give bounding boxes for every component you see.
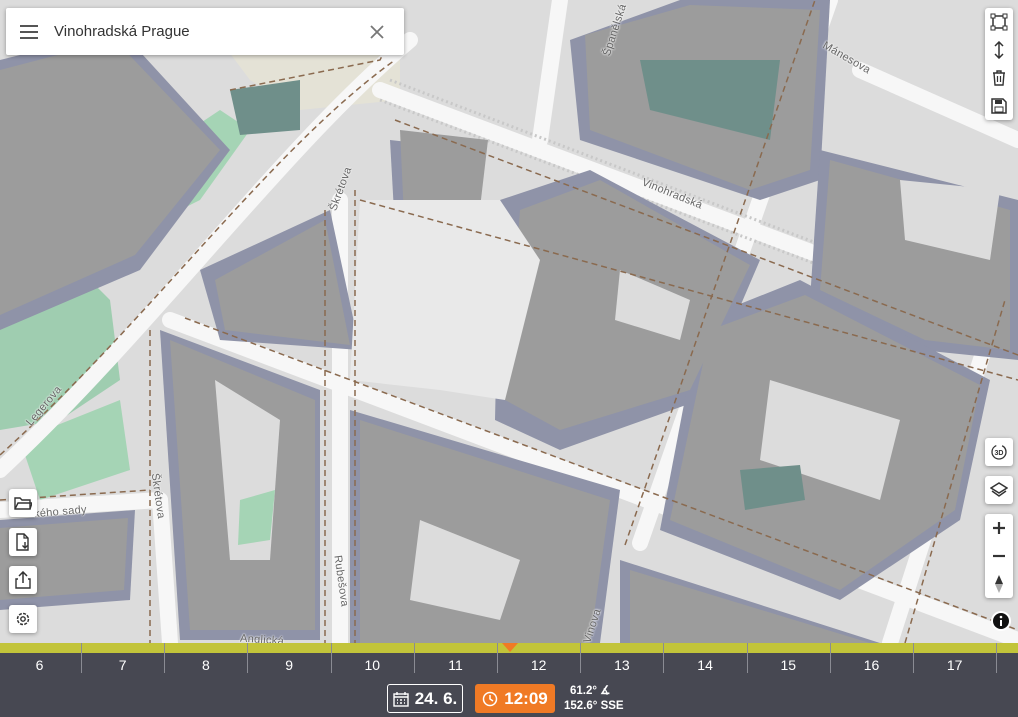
map-view[interactable]: Vinohradská Mánesova Španělská Škrétova … [0,0,1018,651]
sun-position: 61.2° ∡ 152.6° SSE [564,684,624,714]
minus-icon [993,554,1005,558]
close-search-button[interactable] [350,8,404,55]
bottom-panel: 6 7 8 9 10 11 12 13 14 15 16 17 24. 6. 12:09 61.2° … [0,643,1018,717]
draw-toolbar [985,8,1013,120]
folder-icon [14,497,32,510]
save-button[interactable] [985,92,1013,120]
calendar-icon [393,691,409,707]
zoom-out-button[interactable] [985,542,1013,570]
time-marker[interactable] [502,643,518,652]
sun-azimuth: 152.6° SSE [564,700,624,712]
polygon-draw-button[interactable] [985,8,1013,36]
date-label: 24. 6. [414,688,458,708]
menu-button[interactable] [6,8,52,55]
hamburger-icon [20,24,38,39]
info-icon [993,613,1009,629]
hour-label: 16 [863,657,880,673]
info-button[interactable] [991,611,1011,631]
vertical-measure-icon [994,41,1004,59]
hour-label: 8 [201,657,210,673]
clock-icon [483,691,498,706]
hour-tick [996,643,997,673]
hour-label: 9 [285,657,293,673]
hour-label: 7 [118,657,127,673]
road [152,492,178,651]
share-button[interactable] [9,566,37,594]
gear-icon [16,612,30,626]
compass-icon [995,575,1003,593]
date-button[interactable]: 24. 6. [387,684,463,713]
close-icon [370,24,384,39]
trash-icon [993,70,1005,86]
sun-elevation: 61.2° ∡ [570,685,611,697]
time-label: 12:09 [504,688,548,708]
zoom-controls [985,514,1013,598]
hour-label: 12 [530,657,547,673]
file-download-icon [16,533,29,551]
polygon-draw-icon [990,13,1008,31]
map-canvas[interactable] [0,0,1018,651]
plus-icon [993,522,1005,534]
time-button[interactable]: 12:09 [475,684,555,713]
hour-label: 11 [448,657,463,673]
save-icon [991,98,1007,114]
layers-button[interactable] [985,476,1013,504]
open-file-button[interactable] [9,489,37,517]
hour-label: 17 [946,657,963,673]
hour-label: 10 [364,657,381,673]
export-button[interactable] [9,528,37,556]
height-measure-button[interactable] [985,36,1013,64]
rotate-3d-icon: 3D [991,444,1007,460]
hour-label: 14 [697,657,713,673]
compass-button[interactable] [985,570,1013,598]
search-query[interactable]: Vinohradská Prague [52,23,350,40]
share-icon [15,571,31,589]
hour-label: 13 [614,657,630,673]
settings-button[interactable] [9,605,37,633]
hour-label: 15 [780,657,797,673]
view-3d-button[interactable]: 3D [985,438,1013,466]
search-box[interactable]: Vinohradská Prague [6,8,404,55]
layers-icon [990,482,1008,497]
hour-label: 6 [35,657,44,673]
hour-scale[interactable]: 6 7 8 9 10 11 12 13 14 15 16 17 [0,643,1018,679]
delete-button[interactable] [985,64,1013,92]
zoom-in-button[interactable] [985,514,1013,542]
svg-text:3D: 3D [995,450,1004,457]
